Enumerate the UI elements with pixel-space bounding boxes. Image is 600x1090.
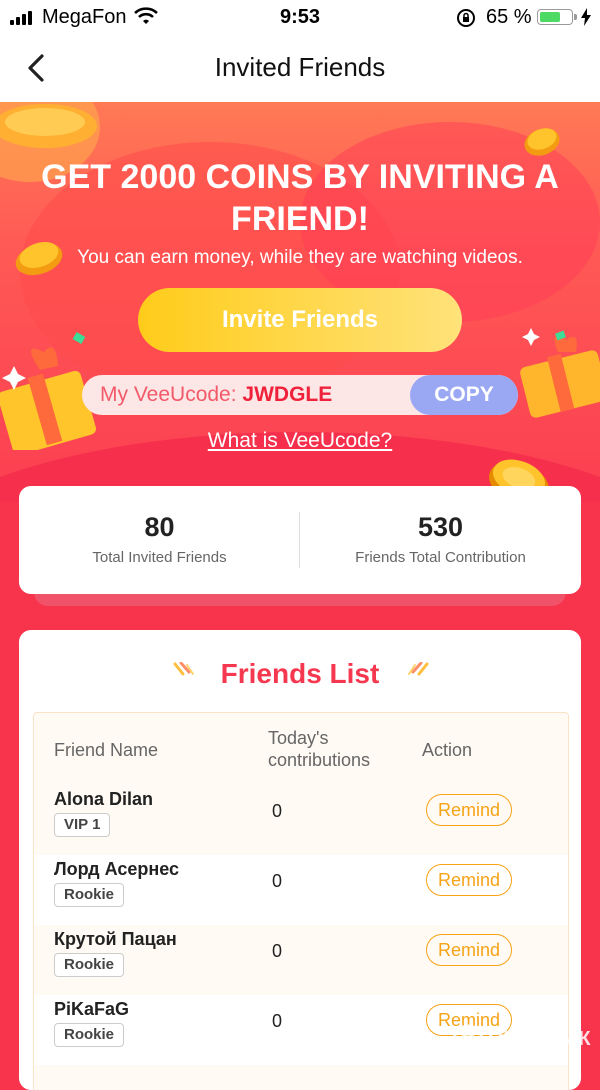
stats-card: 80 Total Invited Friends 530 Friends Tot…	[19, 486, 581, 594]
today-contribution: 0	[272, 801, 283, 821]
contribution-count: 530	[417, 512, 464, 542]
page-title: Invited Friends	[214, 52, 386, 82]
level-badge: VIP 1	[54, 813, 111, 837]
watermark: ОТЗОВИК	[450, 1022, 596, 1058]
header-action: Action	[422, 740, 473, 760]
friends-list-card: Friends List Friend Name Today's contrib…	[19, 630, 581, 1090]
status-bar: MegaFon 9:53 65 %	[0, 0, 600, 36]
today-contribution: 0	[272, 941, 283, 961]
today-contribution: 0	[272, 871, 283, 891]
table-row: Alona Dilan VIP 1 0 Remind	[34, 785, 568, 855]
invited-count: 80	[144, 512, 175, 542]
table-row: Крутой Пацан Rookie 0 Remind	[34, 925, 568, 995]
stat-invited: 80 Total Invited Friends	[19, 486, 300, 594]
gift-box-icon	[520, 328, 600, 418]
nav-bar: Invited Friends	[0, 36, 600, 102]
friend-name: Alona Dilan	[54, 789, 154, 809]
coin-icon	[524, 128, 560, 156]
watermark-logo-icon	[452, 1024, 484, 1056]
level-badge: Rookie	[54, 953, 125, 977]
today-contribution: 0	[272, 1011, 283, 1031]
table-row: Лорд Асернес Rookie 0 Remind	[34, 855, 568, 925]
stat-contribution: 530 Friends Total Contribution	[300, 486, 581, 594]
copy-button[interactable]: COPY	[410, 375, 518, 415]
what-is-veeucode-link[interactable]: What is VeeUcode?	[0, 429, 600, 453]
remind-button[interactable]: Remind	[426, 864, 512, 896]
remind-button[interactable]: Remind	[426, 934, 512, 966]
charging-icon	[581, 8, 591, 26]
header-friend-name: Friend Name	[54, 740, 159, 760]
contribution-label: Friends Total Contribution	[355, 549, 526, 566]
invite-friends-button[interactable]: Invite Friends	[138, 288, 462, 352]
friend-name: Лорд Асернес	[54, 859, 180, 879]
veeucode-value: JWDGLE	[242, 383, 333, 406]
veeucode-label: My VeeUcode: JWDGLE	[100, 383, 332, 407]
veeucode-label-text: My VeeUcode:	[100, 383, 243, 406]
friend-name: Крутой Пацан	[54, 929, 177, 949]
header-today: Today's contributions	[268, 727, 370, 771]
header-today-line2: contributions	[268, 750, 371, 770]
invited-label: Total Invited Friends	[92, 549, 227, 566]
hero-title: GET 2000 COINS BY INVITING A FRIEND!	[41, 158, 559, 238]
level-badge: Rookie	[54, 1023, 125, 1047]
friend-name: PiKaFaG	[54, 999, 130, 1019]
veeucode-field: My VeeUcode: JWDGLE COPY	[82, 375, 518, 415]
level-badge: Rookie	[54, 883, 125, 907]
remind-button[interactable]: Remind	[426, 794, 512, 826]
battery-tip	[574, 14, 577, 20]
battery-icon	[537, 9, 573, 25]
hero-subtitle: You can earn money, while they are watch…	[77, 247, 523, 268]
friends-list-title: Friends List	[220, 658, 380, 689]
sparkle-icon	[408, 662, 429, 676]
battery-percent: 65 %	[486, 6, 532, 28]
coin-icon	[0, 104, 97, 148]
rotation-lock-icon	[457, 9, 475, 27]
header-today-line1: Today's	[268, 728, 329, 748]
watermark-text: ОТЗОВИК	[488, 1028, 592, 1050]
